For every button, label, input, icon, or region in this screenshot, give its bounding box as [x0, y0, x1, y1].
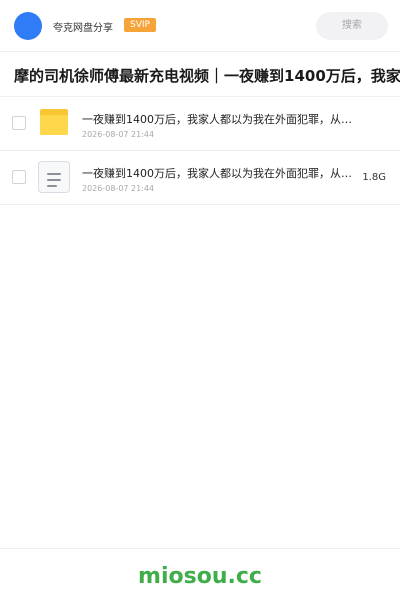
- file-date: 2026-08-07 21:44: [82, 184, 155, 193]
- row-checkbox[interactable]: [12, 170, 26, 184]
- site-name[interactable]: miosou.cc: [0, 562, 400, 592]
- file-size: 1.8G: [362, 172, 386, 183]
- owner-avatar[interactable]: [14, 12, 42, 40]
- search-input[interactable]: 搜索: [316, 12, 388, 40]
- folder-icon: [40, 109, 68, 135]
- document-icon: [38, 161, 70, 193]
- file-date: 2026-08-07 21:44: [82, 130, 155, 139]
- share-header: 夸克网盘分享 SVIP 搜索: [0, 0, 400, 52]
- footer-divider: [0, 548, 400, 549]
- owner-name: 夸克网盘分享: [53, 23, 113, 34]
- file-row-folder[interactable]: 一夜赚到1400万后，我家人都以为我在外面犯罪，从此以后 2026-08-07 …: [0, 97, 400, 151]
- share-title: 摩的司机徐师傅最新充电视频｜一夜赚到1400万后，我家人都以为我在外面犯罪，从此: [14, 67, 400, 85]
- file-row-document[interactable]: 一夜赚到1400万后，我家人都以为我在外面犯罪，从此以后 2026-08-07 …: [0, 151, 400, 205]
- file-name[interactable]: 一夜赚到1400万后，我家人都以为我在外面犯罪，从此以后: [82, 113, 352, 127]
- file-name[interactable]: 一夜赚到1400万后，我家人都以为我在外面犯罪，从此以后: [82, 167, 352, 181]
- svip-badge: SVIP: [124, 18, 156, 32]
- row-checkbox[interactable]: [12, 116, 26, 130]
